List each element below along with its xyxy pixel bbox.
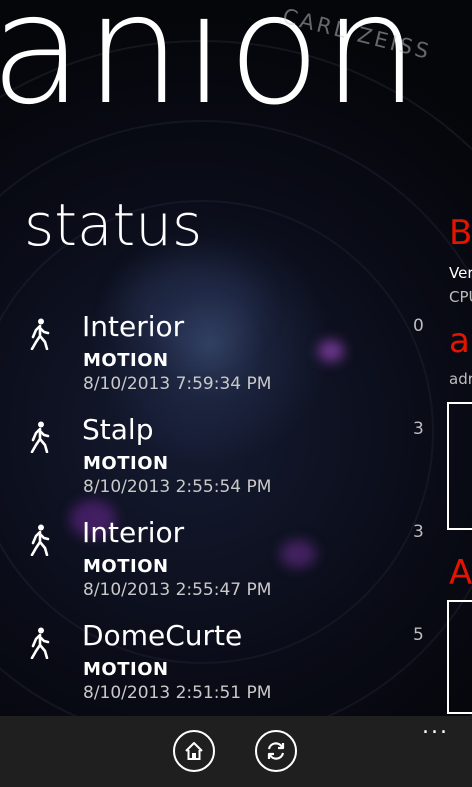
event-count: 3	[413, 522, 424, 542]
event-list-item[interactable]: Stalp MOTION 8/10/2013 2:55:54 PM 3	[0, 413, 440, 516]
event-list: Interior MOTION 8/10/2013 7:59:34 PM 0 S…	[0, 310, 440, 722]
event-camera-name: DomeCurte	[82, 619, 243, 652]
walking-person-icon	[30, 318, 50, 350]
peek-text: adr	[449, 370, 472, 388]
peek-heading: A	[449, 553, 472, 593]
event-list-item[interactable]: Interior MOTION 8/10/2013 2:55:47 PM 3	[0, 516, 440, 619]
event-count: 0	[413, 316, 424, 336]
event-type: MOTION	[83, 453, 169, 474]
peek-box[interactable]: <	[447, 600, 472, 714]
more-options-ellipsis[interactable]: ...	[422, 716, 449, 738]
refresh-button[interactable]	[255, 730, 297, 772]
event-type: MOTION	[83, 659, 169, 680]
event-list-item[interactable]: Interior MOTION 8/10/2013 7:59:34 PM 0	[0, 310, 440, 413]
event-type: MOTION	[83, 350, 169, 371]
event-timestamp: 8/10/2013 7:59:34 PM	[83, 374, 272, 394]
event-camera-name: Stalp	[82, 413, 154, 446]
walking-person-icon	[30, 421, 50, 453]
event-camera-name: Interior	[82, 516, 185, 549]
peek-text: CPU	[449, 288, 472, 306]
walking-person-icon	[30, 524, 50, 556]
event-timestamp: 8/10/2013 2:55:47 PM	[83, 580, 272, 600]
next-panorama-section-peek[interactable]: B Ver CPU a adr ( ( ( A <	[446, 210, 472, 720]
event-count: 3	[413, 419, 424, 439]
app-bar: ...	[0, 716, 472, 787]
event-timestamp: 8/10/2013 2:51:51 PM	[83, 683, 272, 703]
peek-box[interactable]: ( ( (	[447, 402, 472, 530]
panorama-title: anion	[0, 0, 422, 138]
refresh-icon	[267, 742, 285, 760]
app-screen: anion CARL ZEISS status Interior MOTION …	[0, 0, 472, 787]
walking-person-icon	[30, 627, 50, 659]
peek-heading: B	[449, 213, 472, 253]
section-title: status	[24, 191, 203, 259]
home-button[interactable]	[173, 730, 215, 772]
peek-text: Ver	[449, 264, 472, 282]
event-list-item[interactable]: DomeCurte MOTION 8/10/2013 2:51:51 PM 5	[0, 619, 440, 722]
event-count: 5	[413, 625, 424, 645]
home-icon	[185, 742, 203, 760]
event-timestamp: 8/10/2013 2:55:54 PM	[83, 477, 272, 497]
peek-heading: a	[449, 321, 470, 361]
event-camera-name: Interior	[82, 310, 185, 343]
event-type: MOTION	[83, 556, 169, 577]
